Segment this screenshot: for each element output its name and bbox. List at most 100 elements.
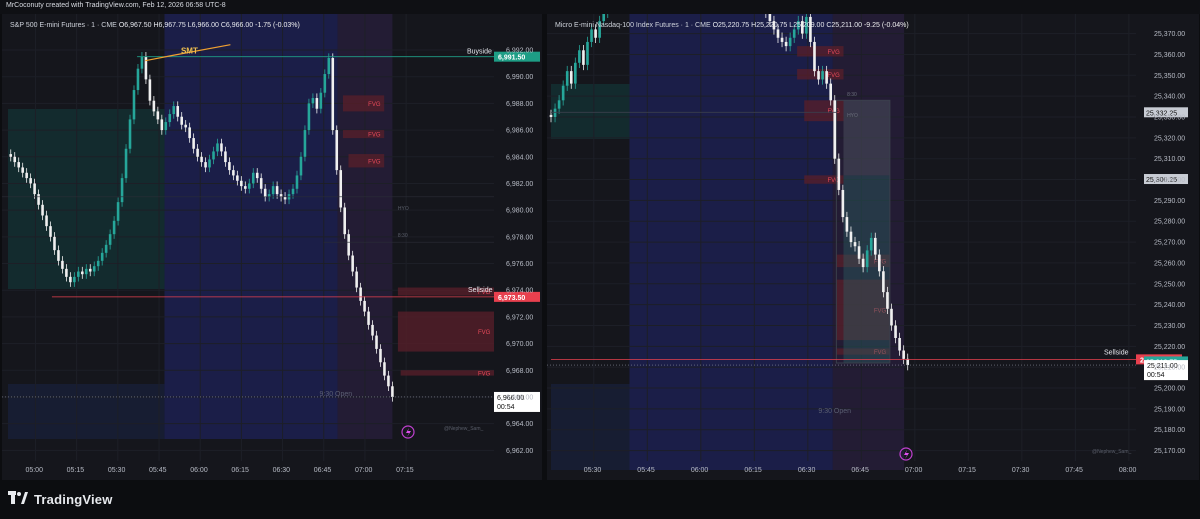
candle-body — [196, 148, 199, 157]
candle-body — [890, 308, 893, 326]
candle-body — [164, 122, 168, 131]
x-tick-label: 06:00 — [190, 467, 208, 474]
candle-body — [29, 178, 32, 184]
y-tick-label: 25,320.00 — [1154, 135, 1185, 142]
candle-body — [236, 175, 239, 181]
candle-body — [232, 170, 235, 176]
sp500-legend: S&P 500 E-mini Futures · 1 · CME O6,967.… — [10, 22, 300, 29]
sp500-change: -1.75 (-0.03%) — [255, 22, 300, 29]
y-tick-label: 6,966.00 — [506, 394, 533, 401]
candle-body — [247, 183, 251, 189]
candle-body — [69, 276, 72, 283]
sp500-chart-svg[interactable]: FVGFVGFVGFVGFVGFVGBuyside6,991.50SMTSell… — [2, 14, 542, 480]
x-tick-label: 05:30 — [584, 467, 602, 474]
y-tick-label: 25,290.00 — [1154, 198, 1185, 205]
candle-body — [112, 220, 116, 235]
nasdaq-open: 25,220.75 — [718, 22, 750, 29]
brand-name: TradingView — [34, 491, 113, 507]
sp500-chart-panel[interactable]: S&P 500 E-mini Futures · 1 · CME O6,967.… — [2, 14, 542, 480]
candle-body — [586, 41, 589, 65]
x-tick-label: 07:30 — [1012, 467, 1030, 474]
candle-body — [561, 85, 565, 101]
candle-body — [61, 260, 64, 269]
tradingview-brand[interactable]: TradingView — [8, 491, 113, 507]
candle-body — [263, 188, 267, 197]
nasdaq-low: 25,209.00 — [793, 22, 825, 29]
candle-body — [172, 106, 176, 115]
watermark: @Nephew_Sam_ — [1092, 449, 1131, 455]
x-tick-label: 06:45 — [314, 467, 332, 474]
candle-body — [267, 194, 271, 197]
y-tick-label: 25,180.00 — [1154, 427, 1185, 434]
y-tick-label: 6,968.00 — [506, 368, 533, 375]
fvg-label: FVG — [478, 371, 491, 377]
candle-body — [299, 156, 303, 176]
candle-body — [809, 16, 812, 42]
smt-label: SMT — [181, 47, 198, 56]
y-tick-label: 6,964.00 — [506, 421, 533, 428]
candle-body — [379, 348, 382, 363]
candle-body — [188, 127, 191, 139]
session-box-830 — [164, 14, 338, 439]
marker-830: 8:30 — [398, 233, 408, 239]
candle-body — [184, 124, 187, 128]
candle-body — [351, 255, 354, 272]
open-930-label: 9:30 Open — [818, 408, 851, 415]
sp500-symbol-title: S&P 500 E-mini Futures · 1 · CME — [10, 22, 117, 29]
y-tick-label: 25,190.00 — [1154, 406, 1185, 413]
candle-body — [857, 246, 861, 259]
y-tick-label: 25,170.00 — [1154, 448, 1185, 455]
candle-body — [784, 41, 788, 47]
y-tick-label: 6,988.00 — [506, 101, 533, 108]
candle-body — [574, 62, 577, 84]
candle-body — [208, 159, 211, 168]
candle-body — [565, 71, 569, 86]
candle-body — [45, 215, 48, 227]
y-tick-label: 25,240.00 — [1154, 302, 1185, 309]
premarket-zone — [8, 109, 165, 289]
candle-body — [124, 148, 128, 179]
candle-body — [343, 207, 346, 235]
y-tick-label: 25,310.00 — [1154, 156, 1185, 163]
nasdaq-symbol-title: Micro E-mini Nasdaq-100 Index Futures · … — [555, 22, 711, 29]
y-tick-label: 25,340.00 — [1154, 94, 1185, 101]
candle-body — [140, 56, 144, 69]
nasdaq-chart-svg[interactable]: FVGFVGFVGFVGFVGFVGFVGSellside25,213.7525… — [547, 14, 1199, 480]
candle-body — [216, 143, 219, 152]
marker-830: 8:30 — [847, 92, 857, 98]
candle-body — [81, 271, 84, 275]
x-tick-label: 07:45 — [1065, 467, 1083, 474]
candle-body — [156, 111, 160, 120]
bottom-bar: TradingView — [0, 480, 1200, 519]
candle-body — [57, 250, 60, 261]
open-930-label: 9:30 Open — [319, 391, 352, 398]
candle-body — [176, 106, 180, 117]
candle-body — [104, 244, 108, 253]
candle-body — [371, 324, 374, 336]
sp500-high: 6,967.75 — [158, 22, 186, 29]
candle-body — [825, 71, 828, 84]
x-tick-label: 06:15 — [744, 467, 762, 474]
candle-body — [582, 50, 585, 65]
candle-body — [339, 170, 343, 208]
candle-body — [120, 178, 124, 203]
x-tick-label: 07:15 — [958, 467, 976, 474]
candle-body — [363, 300, 366, 312]
candle-body — [9, 154, 13, 157]
x-tick-label: 05:45 — [637, 467, 655, 474]
fvg-label: FVG — [368, 102, 381, 108]
candle-body — [557, 100, 561, 109]
nasdaq-chart-panel[interactable]: Micro E-mini Nasdaq-100 Index Futures · … — [547, 14, 1199, 480]
candle-body — [100, 252, 104, 261]
candle-body — [841, 189, 845, 218]
candle-body — [37, 194, 40, 205]
candle-body — [108, 234, 112, 245]
candle-body — [33, 183, 36, 195]
candle-body — [335, 130, 339, 171]
candle-body — [768, 14, 772, 22]
fvg-label: FVG — [828, 50, 841, 56]
candle-body — [224, 151, 227, 163]
y-tick-label: 25,350.00 — [1154, 73, 1185, 80]
x-tick-label: 07:15 — [396, 467, 414, 474]
sp500-low: 6,966.00 — [191, 22, 219, 29]
